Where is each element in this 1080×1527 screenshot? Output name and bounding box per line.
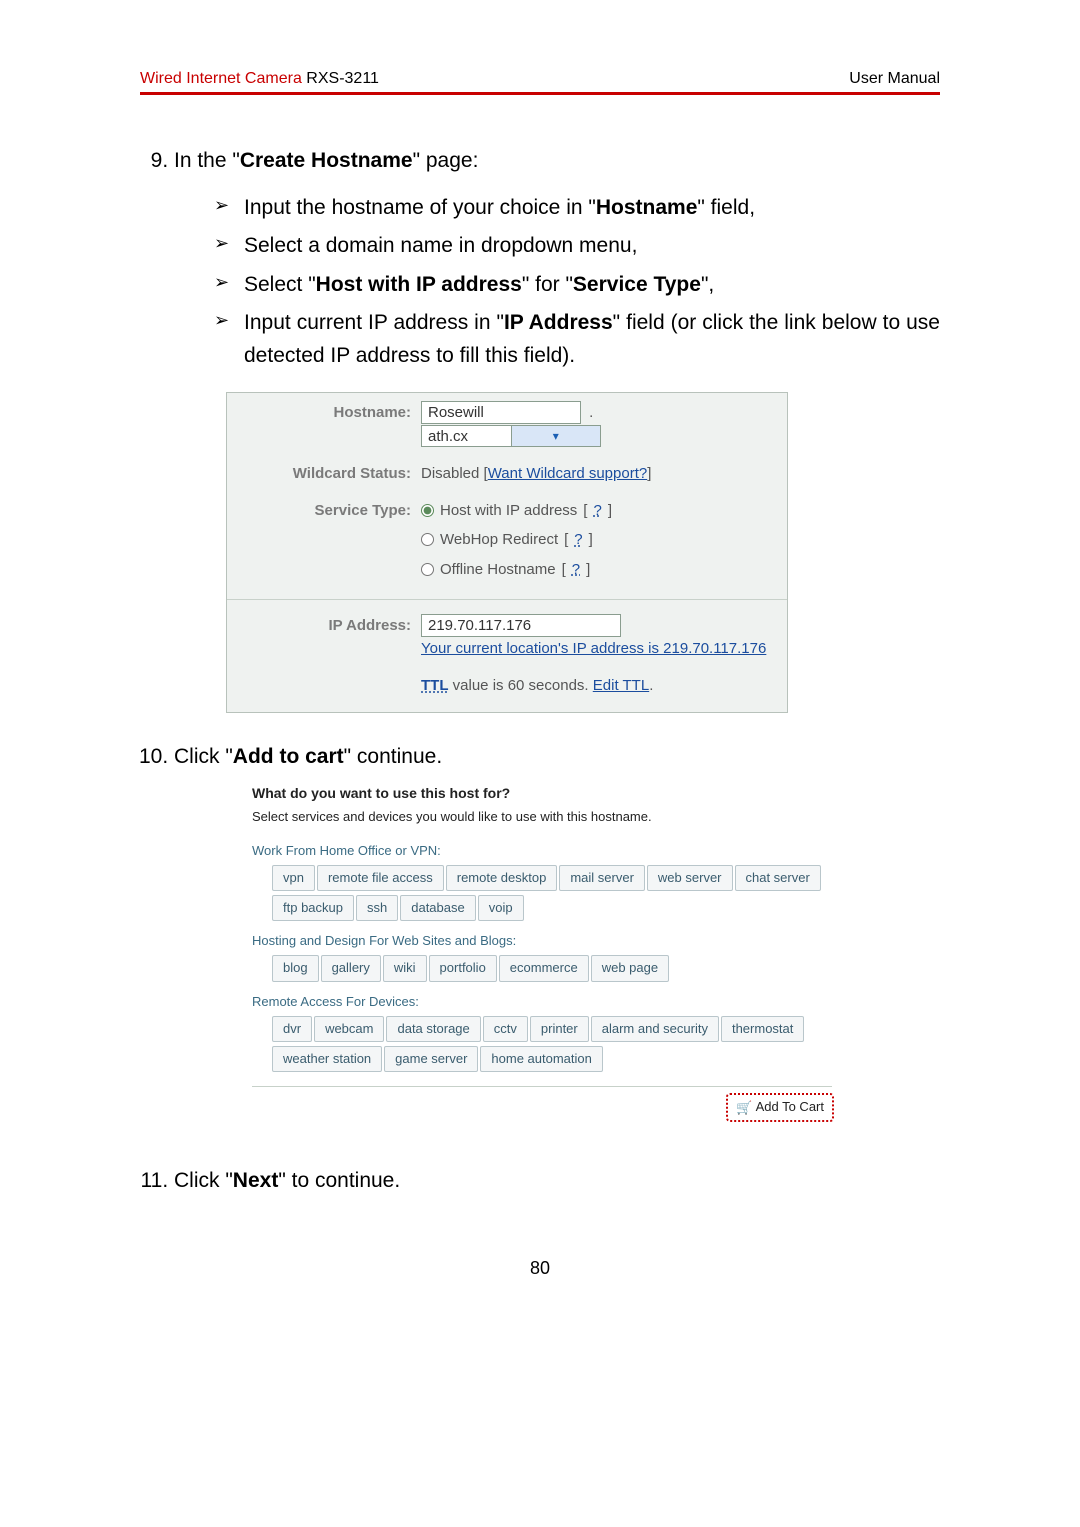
services-subtext: Select services and devices you would li… <box>252 807 832 827</box>
service-tag[interactable]: voip <box>478 895 524 921</box>
product-name: Wired Internet Camera <box>140 70 302 87</box>
services-screenshot: What do you want to use this host for? S… <box>244 779 840 1137</box>
service-tag[interactable]: home automation <box>480 1046 602 1072</box>
service-tag[interactable]: printer <box>530 1016 589 1042</box>
service-tag[interactable]: alarm and security <box>591 1016 719 1042</box>
add-to-cart-button[interactable]: 🛒Add To Cart <box>726 1093 834 1122</box>
step9-bullet-4: Input current IP address in "IP Address"… <box>214 307 940 372</box>
radio-webhop-input[interactable] <box>421 533 434 546</box>
step9-bullet-3: Select "Host with IP address" for "Servi… <box>214 269 940 302</box>
service-tag[interactable]: ecommerce <box>499 955 589 981</box>
radio-host-ip-input[interactable] <box>421 504 434 517</box>
step9-bullet-1: Input the hostname of your choice in "Ho… <box>214 192 940 225</box>
ttl-line: TTL value is 60 seconds. Edit TTL. <box>421 674 773 697</box>
service-tag-row: vpnremote file accessremote desktopmail … <box>252 865 832 925</box>
domain-value: ath.cx <box>422 425 511 448</box>
radio-host-ip[interactable]: Host with IP address [?] <box>421 499 773 522</box>
service-tag[interactable]: wiki <box>383 955 427 981</box>
service-tag[interactable]: mail server <box>559 865 645 891</box>
cart-icon: 🛒 <box>736 1098 752 1118</box>
step-9: In the "Create Hostname" page: Input the… <box>174 145 940 713</box>
wildcard-value: Disabled [Want Wildcard support?] <box>421 462 773 485</box>
wildcard-label: Wildcard Status: <box>241 462 421 485</box>
service-tag[interactable]: blog <box>272 955 319 981</box>
radio-offline[interactable]: Offline Hostname [?] <box>421 558 773 581</box>
service-tag[interactable]: game server <box>384 1046 478 1072</box>
service-tag[interactable]: remote file access <box>317 865 444 891</box>
service-tag[interactable]: dvr <box>272 1016 312 1042</box>
service-tag[interactable]: cctv <box>483 1016 528 1042</box>
service-group-title: Work From Home Office or VPN: <box>252 841 832 861</box>
product-model: RXS-3211 <box>302 70 379 87</box>
wildcard-link[interactable]: Want Wildcard support? <box>488 465 648 482</box>
edit-ttl-link[interactable]: Edit TTL <box>593 677 649 694</box>
page-number: 80 <box>140 1258 940 1279</box>
hostname-label: Hostname: <box>241 401 421 448</box>
service-tag[interactable]: vpn <box>272 865 315 891</box>
service-tag[interactable]: ftp backup <box>272 895 354 921</box>
domain-dropdown[interactable]: ath.cx ▾ <box>421 425 601 447</box>
doc-title: Wired Internet Camera RXS-3211 <box>140 70 379 88</box>
ip-detect-link[interactable]: Your current location's IP address is 21… <box>421 640 766 657</box>
ttl-term[interactable]: TTL <box>421 677 449 694</box>
doc-header: Wired Internet Camera RXS-3211 User Manu… <box>140 70 940 95</box>
help-icon[interactable]: ? <box>572 558 580 581</box>
service-group-title: Remote Access For Devices: <box>252 992 832 1012</box>
service-tag[interactable]: ssh <box>356 895 398 921</box>
service-tag-row: dvrwebcamdata storagecctvprinteralarm an… <box>252 1016 832 1076</box>
services-footer: 🛒Add To Cart <box>252 1086 832 1137</box>
service-tag[interactable]: weather station <box>272 1046 382 1072</box>
help-icon[interactable]: ? <box>574 528 582 551</box>
service-tag[interactable]: portfolio <box>429 955 497 981</box>
help-icon[interactable]: ? <box>593 499 601 522</box>
service-tag[interactable]: data storage <box>386 1016 480 1042</box>
service-tag[interactable]: thermostat <box>721 1016 804 1042</box>
domain-separator: . <box>585 404 597 421</box>
service-tag[interactable]: web page <box>591 955 669 981</box>
step9-intro: In the "Create Hostname" page: <box>174 149 478 172</box>
step9-bullets: Input the hostname of your choice in "Ho… <box>174 192 940 373</box>
chevron-down-icon: ▾ <box>511 426 601 446</box>
radio-webhop[interactable]: WebHop Redirect [?] <box>421 528 773 551</box>
service-tag[interactable]: database <box>400 895 476 921</box>
service-type-label: Service Type: <box>241 499 421 587</box>
service-tag[interactable]: remote desktop <box>446 865 558 891</box>
service-tag[interactable]: chat server <box>735 865 821 891</box>
divider <box>227 599 787 600</box>
services-heading: What do you want to use this host for? <box>252 783 832 805</box>
hostname-form-screenshot: Hostname: . ath.cx ▾ Wildcard Status: <box>226 392 788 712</box>
service-tag[interactable]: gallery <box>321 955 381 981</box>
step9-bullet-2: Select a domain name in dropdown menu, <box>214 230 940 263</box>
radio-offline-input[interactable] <box>421 563 434 576</box>
doc-section: User Manual <box>849 70 940 88</box>
ip-label: IP Address: <box>241 614 421 698</box>
service-tag[interactable]: web server <box>647 865 733 891</box>
service-tag[interactable]: webcam <box>314 1016 384 1042</box>
hostname-input[interactable] <box>421 401 581 424</box>
ip-input[interactable] <box>421 614 621 637</box>
step-10: Click "Add to cart" continue. What do yo… <box>174 741 940 1138</box>
service-group-title: Hosting and Design For Web Sites and Blo… <box>252 931 832 951</box>
service-tag-row: bloggallerywikiportfolioecommerceweb pag… <box>252 955 832 985</box>
step-11: Click "Next" to continue. <box>174 1165 940 1198</box>
